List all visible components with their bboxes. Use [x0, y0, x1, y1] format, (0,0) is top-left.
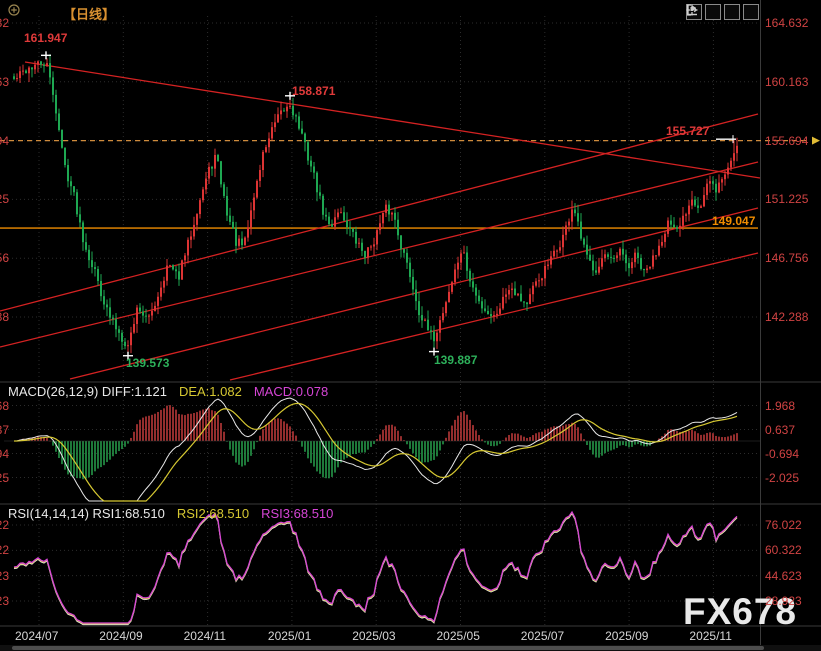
indicator-value: MACD:0.078	[254, 384, 328, 399]
price-axis-label: 160.163	[765, 75, 808, 89]
price-axis-label: 151.225	[765, 192, 808, 206]
chart-toolbar	[686, 4, 759, 20]
macd-axis-label: 0.637	[765, 423, 795, 437]
x-axis-label: 2025/11	[689, 629, 732, 643]
rsi-axis-label: 76.022	[765, 518, 802, 532]
indicator-value: RSI3:68.510	[261, 506, 333, 521]
price-levels	[0, 137, 820, 228]
rsi-series	[14, 512, 737, 625]
macd-axis-label: -2.025	[765, 471, 799, 485]
horizontal-scrollbar	[0, 645, 821, 651]
rsi-axis-label-clipped: 60.322	[0, 543, 10, 557]
period-label: 【日线】	[63, 4, 115, 23]
x-axis-label: 2025/05	[437, 629, 480, 643]
macd-axis-label: -0.694	[765, 447, 799, 461]
rsi-header: RSI(14,14,14) RSI1:68.510 RSI2:68.510 RSI3…	[8, 506, 345, 521]
indicator-value: RSI(14,14,14) RSI1:68.510	[8, 506, 165, 521]
rsi-axis-label: 28.923	[765, 594, 802, 608]
price-axis-label-clipped: 155.694	[0, 134, 10, 148]
price-axis-label: 146.756	[765, 251, 808, 265]
price-annotation: 155.727	[666, 124, 709, 138]
price-annotation: 149.047	[712, 214, 755, 228]
x-axis-label: 2025/07	[521, 629, 564, 643]
macd-axis-label-clipped: -2.025	[0, 471, 10, 485]
indicator-value: RSI2:68.510	[177, 506, 249, 521]
price-axis-label: 155.694	[765, 134, 808, 148]
price-annotation: 139.887	[434, 353, 477, 367]
price-axis-label-clipped: 151.225	[0, 192, 10, 206]
rsi-axis-label-clipped: 28.923	[0, 594, 10, 608]
chart-canvas[interactable]	[0, 0, 821, 651]
chart-title: 美元日元【日线】	[8, 4, 120, 23]
macd-axis-label-clipped: -0.694	[0, 447, 10, 461]
price-annotation: 161.947	[24, 31, 67, 45]
macd-header: MACD(26,12,9) DIFF:1.121 DEA:1.082 MACD:0.…	[8, 384, 340, 399]
x-axis-label: 2024/07	[15, 629, 58, 643]
x-axis-label: 2024/11	[184, 629, 227, 643]
price-axis-label: 164.632	[765, 16, 808, 30]
scrollbar-thumb[interactable]	[12, 646, 764, 650]
price-axis-label: 142.288	[765, 310, 808, 324]
pop-out-button[interactable]	[743, 4, 759, 20]
price-axis-label-clipped: 142.288	[0, 310, 10, 324]
price-annotation: 158.871	[292, 84, 335, 98]
price-annotation: 139.573	[126, 356, 169, 370]
rsi-axis-label-clipped: 44.623	[0, 569, 10, 583]
x-axis-label: 2024/09	[99, 629, 142, 643]
indicator-value: DEA:1.082	[179, 384, 242, 399]
x-axis-label: 2025/09	[605, 629, 648, 643]
axis-zoom-left-button[interactable]	[705, 4, 721, 20]
x-axis-label: 2025/03	[352, 629, 395, 643]
price-axis-label-clipped: 160.163	[0, 75, 10, 89]
chart-window: 美元日元【日线】 MACD(26,12,9) DIFF:1.121 DEA:1.0…	[0, 0, 821, 651]
macd-axis-label-clipped: 1.968	[0, 399, 10, 413]
macd-series	[4, 398, 760, 501]
grid	[0, 0, 821, 645]
macd-axis-label-clipped: 0.637	[0, 423, 10, 437]
price-axis-label-clipped: 146.756	[0, 251, 10, 265]
x-axis-label: 2025/01	[268, 629, 311, 643]
axis-zoom-right-button[interactable]	[724, 4, 740, 20]
macd-axis-label: 1.968	[765, 399, 795, 413]
indicator-value: MACD(26,12,9) DIFF:1.121	[8, 384, 167, 399]
rsi-axis-label: 60.322	[765, 543, 802, 557]
rsi-axis-label: 44.623	[765, 569, 802, 583]
